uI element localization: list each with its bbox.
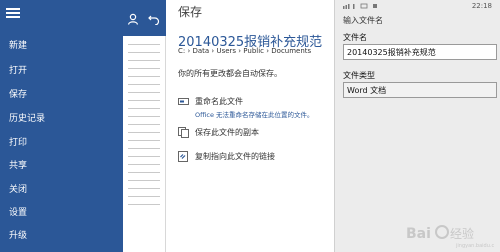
svg-text:Bai: Bai <box>406 226 431 242</box>
copy-link-action[interactable]: 复制指向此文件的链接 <box>178 151 334 163</box>
filename-input[interactable]: 20140325报销补充规范 <box>343 44 497 60</box>
nav-item-share[interactable]: 共享 <box>9 160 27 172</box>
back-icon[interactable] <box>148 13 160 25</box>
preview-toolbar <box>123 0 166 36</box>
signal-icon <box>343 3 377 9</box>
copy-link-label: 复制指向此文件的链接 <box>195 152 275 161</box>
svg-text:jingyan.baidu.com: jingyan.baidu.com <box>455 243 494 248</box>
filetype-label: 文件类型 <box>343 71 375 80</box>
nav-item-upgrade[interactable]: 升级 <box>9 230 27 242</box>
link-icon <box>178 151 188 162</box>
rename-warning: Office 无法重命名存储在此位置的文件。 <box>195 111 314 119</box>
save-panel: 保存 20140325报销补充规范 C: › Data › Users › Pu… <box>166 0 334 252</box>
file-path: C: › Data › Users › Public › Documents <box>178 47 312 55</box>
nav-item-close[interactable]: 关闭 <box>9 184 27 196</box>
svg-text:经验: 经验 <box>450 226 474 241</box>
autosave-notice: 你的所有更改都会自动保存。 <box>178 69 282 78</box>
nav-item-settings[interactable]: 设置 <box>9 207 27 219</box>
panel-title: 保存 <box>178 5 203 19</box>
nav-item-print[interactable]: 打印 <box>9 137 27 149</box>
baidu-watermark-logo: Bai 经验 jingyan.baidu.com <box>406 225 494 248</box>
nav-item-open[interactable]: 打开 <box>9 65 27 77</box>
rename-file-action[interactable]: 重命名此文件 Office 无法重命名存储在此位置的文件。 <box>178 96 334 122</box>
document-preview <box>123 0 166 252</box>
filename-label: 文件名 <box>343 33 367 42</box>
document-thumbnail <box>128 44 160 212</box>
save-copy-label: 保存此文件的副本 <box>195 128 259 137</box>
status-time: 22:18 <box>471 2 492 10</box>
nav-item-history[interactable]: 历史记录 <box>9 113 45 125</box>
rename-file-label: 重命名此文件 <box>195 97 243 106</box>
hamburger-menu-icon[interactable] <box>6 8 20 18</box>
filename-dialog: 22:18 输入文件名 文件名 20140325报销补充规范 文件类型 Word… <box>334 0 500 252</box>
filetype-select[interactable]: Word 文档 <box>343 82 497 98</box>
user-icon[interactable] <box>127 13 139 25</box>
copy-icon <box>178 127 189 138</box>
save-copy-action[interactable]: 保存此文件的副本 <box>178 127 334 139</box>
backstage-nav: 新建 打开 保存 历史记录 打印 共享 关闭 设置 升级 <box>0 0 123 252</box>
status-bar-icons <box>343 2 383 11</box>
rename-icon <box>178 98 189 105</box>
nav-item-new[interactable]: 新建 <box>9 40 27 52</box>
dialog-heading: 输入文件名 <box>343 16 383 25</box>
nav-item-save[interactable]: 保存 <box>9 89 27 101</box>
